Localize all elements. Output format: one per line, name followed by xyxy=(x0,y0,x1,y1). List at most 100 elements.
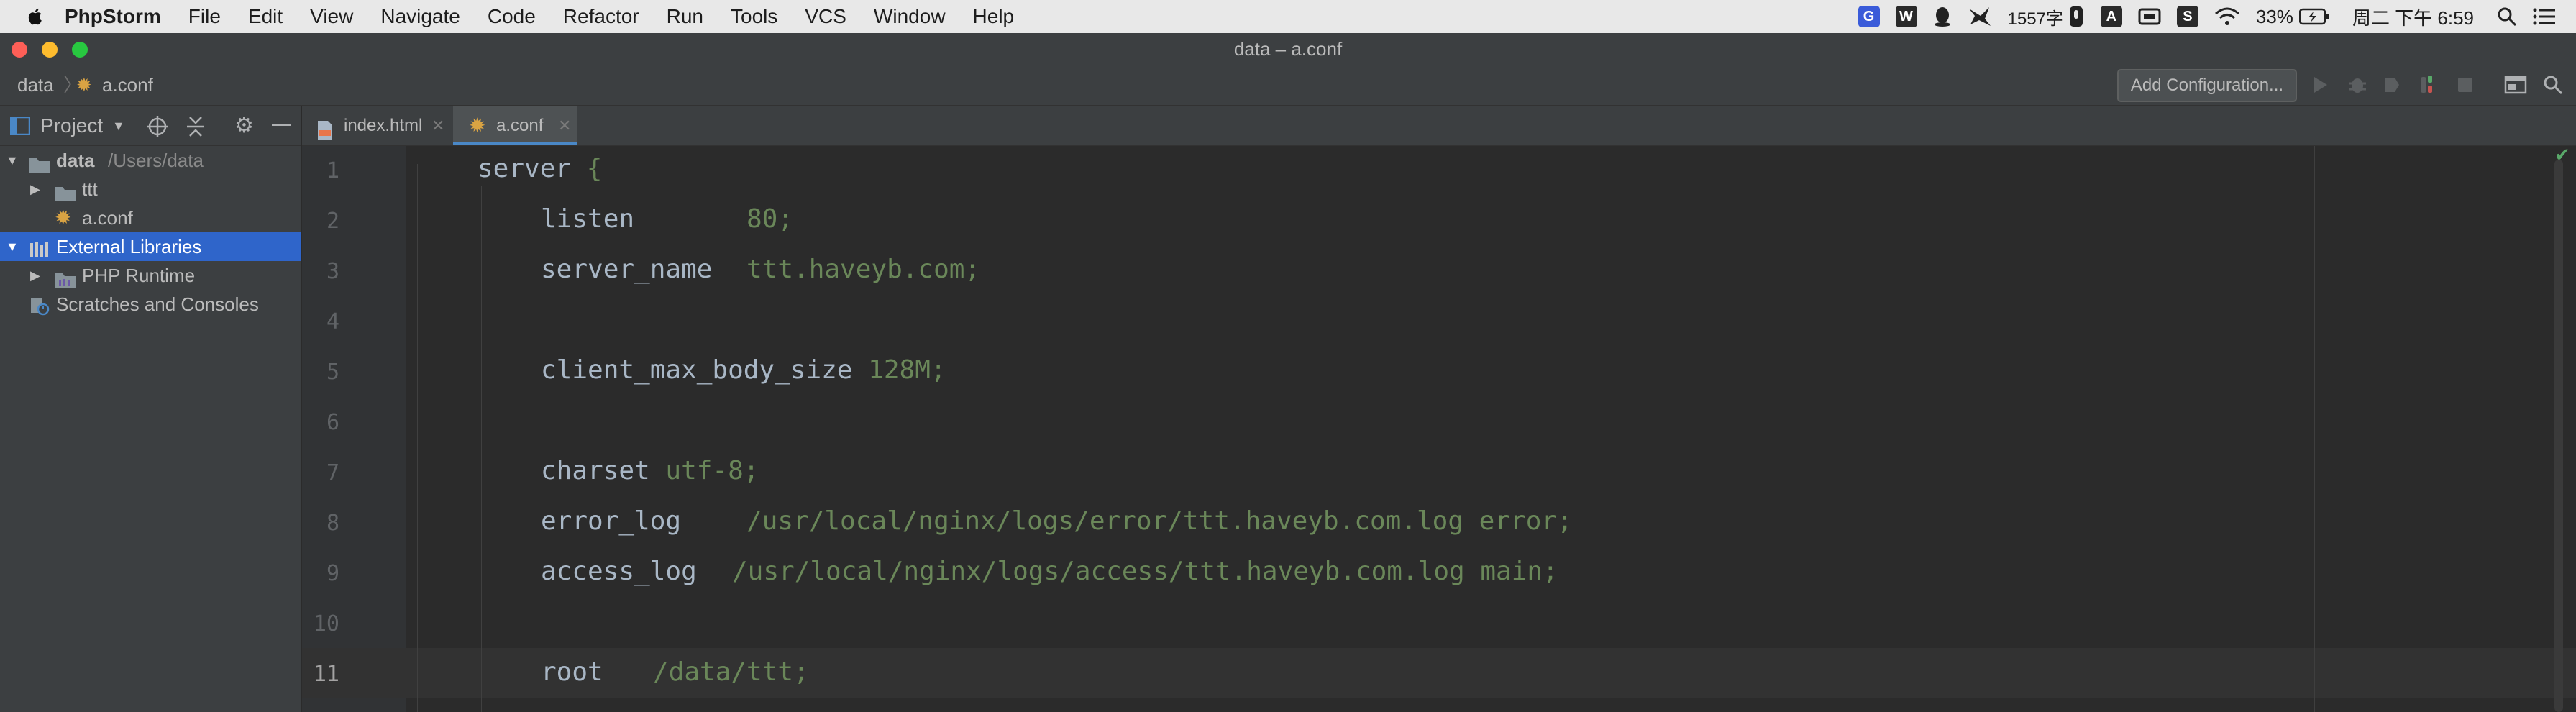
tab-a-conf[interactable]: ✹ a.conf ✕ xyxy=(453,106,577,145)
code-line-3: server_name xyxy=(541,255,712,284)
project-structure-icon[interactable] xyxy=(2504,73,2527,96)
directive: listen xyxy=(541,204,635,234)
directive-value: { xyxy=(586,154,603,183)
tab-label: index.html xyxy=(344,116,423,135)
menu-bar: PhpStorm File Edit View Navigate Code Re… xyxy=(0,0,2576,33)
directive-value: ttt.haveyb.com; xyxy=(746,255,981,284)
menu-navigate[interactable]: Navigate xyxy=(380,5,460,28)
directive: charset xyxy=(541,456,650,485)
directive-value: /usr/local/nginx/logs/error/ttt.haveyb.c… xyxy=(746,506,1573,536)
line-number: 7 xyxy=(326,460,339,485)
tree-item-a-conf[interactable]: ✹ a.conf xyxy=(0,204,301,232)
line-number: 5 xyxy=(326,360,339,385)
vertical-scrollbar[interactable] xyxy=(2554,160,2563,712)
spotlight-search-icon[interactable] xyxy=(2497,0,2517,33)
window-title: data – a.conf xyxy=(1233,38,1343,60)
directive: server xyxy=(478,154,572,183)
menu-vcs[interactable]: VCS xyxy=(805,5,846,28)
line-number: 6 xyxy=(326,410,339,435)
menu-edit[interactable]: Edit xyxy=(248,5,283,28)
tree-item-path: /Users/data xyxy=(108,150,204,171)
analysis-ok-check-icon[interactable]: ✔ xyxy=(2554,144,2570,166)
word-count-text[interactable]: 1557字 xyxy=(2008,0,2063,33)
status-area: G W 1557字 A S 33% 周二 下午 6:59 xyxy=(1858,0,2576,33)
close-icon[interactable]: ✕ xyxy=(558,106,571,145)
project-view-icon xyxy=(9,116,31,140)
line-number: 3 xyxy=(326,259,339,284)
menu-view[interactable]: View xyxy=(310,5,353,28)
notification-center-icon[interactable] xyxy=(2533,0,2556,33)
menu-refactor[interactable]: Refactor xyxy=(563,5,639,28)
microphone-icon[interactable] xyxy=(2068,0,2085,33)
tab-index-html[interactable]: index.html ✕ xyxy=(302,106,447,145)
bird-icon[interactable] xyxy=(1968,0,1992,33)
directive: access_log xyxy=(541,557,697,586)
attach-debugger-icon[interactable] xyxy=(2415,73,2438,96)
line-number: 2 xyxy=(326,209,339,234)
directive-value: 128M; xyxy=(868,355,946,385)
locate-file-icon[interactable] xyxy=(147,116,168,142)
add-configuration-button[interactable]: Add Configuration... xyxy=(2117,69,2297,102)
config-file-icon: ✹ xyxy=(55,206,72,229)
menu-app-name[interactable]: PhpStorm xyxy=(65,5,161,28)
menu-file[interactable]: File xyxy=(188,5,221,28)
navigation-bar: data 〉 ✹ a.conf Add Configuration... xyxy=(0,65,2576,106)
line-number: 10 xyxy=(313,611,339,636)
gear-icon[interactable]: ⚙ xyxy=(234,115,254,137)
code-editor[interactable] xyxy=(406,146,2576,712)
chevron-down-icon[interactable]: ▼ xyxy=(112,106,125,145)
collapsed-arrow-icon[interactable]: ▶ xyxy=(30,261,40,290)
menu-code[interactable]: Code xyxy=(488,5,536,28)
menu-help[interactable]: Help xyxy=(973,5,1015,28)
sogou-icon[interactable]: S xyxy=(2176,0,2198,33)
search-everywhere-icon[interactable] xyxy=(2541,73,2564,96)
tree-item-data[interactable]: ▼ data /Users/data xyxy=(0,146,301,175)
tree-item-scratches[interactable]: Scratches and Consoles xyxy=(0,290,301,319)
line-number-current: 11 xyxy=(313,662,339,687)
project-view-selector[interactable]: Project xyxy=(40,106,103,145)
current-line-highlight xyxy=(302,648,2576,698)
directive: client_max_body_size xyxy=(541,355,853,385)
coverage-icon[interactable] xyxy=(2380,73,2403,96)
tree-item-ttt[interactable]: ▶ ttt xyxy=(0,175,301,204)
directive-value: utf-8; xyxy=(665,456,759,485)
apple-icon[interactable] xyxy=(27,7,43,26)
indent-guide xyxy=(417,164,418,712)
code-line-5: client_max_body_size 128M; xyxy=(541,355,946,385)
debug-icon[interactable] xyxy=(2346,73,2369,96)
battery-percent[interactable]: 33% xyxy=(2256,0,2293,33)
run-icon[interactable] xyxy=(2308,73,2331,96)
config-file-icon: ✹ xyxy=(76,74,92,96)
tree-item-php-runtime[interactable]: ▶ PHP Runtime xyxy=(0,261,301,290)
line-number: 1 xyxy=(326,158,339,183)
tree-item-label: PHP Runtime xyxy=(82,265,196,286)
menu-tools[interactable]: Tools xyxy=(731,5,777,28)
wifi-icon[interactable] xyxy=(2214,0,2240,33)
close-icon[interactable]: ✕ xyxy=(431,106,444,145)
breadcrumb-root[interactable]: data xyxy=(17,65,54,105)
directive-value: /usr/local/nginx/logs/access/ttt.haveyb.… xyxy=(732,557,1558,586)
wps-icon[interactable]: W xyxy=(1895,0,1917,33)
hide-panel-icon[interactable] xyxy=(272,124,291,126)
expanded-arrow-icon[interactable]: ▼ xyxy=(6,232,19,261)
battery-icon[interactable] xyxy=(2298,0,2329,33)
qq-icon[interactable] xyxy=(1933,0,1952,33)
tree-item-external-libraries[interactable]: ▼ External Libraries xyxy=(0,232,301,261)
display-icon[interactable] xyxy=(2138,0,2161,33)
collapsed-arrow-icon[interactable]: ▶ xyxy=(30,175,40,204)
expanded-arrow-icon[interactable]: ▼ xyxy=(6,146,19,175)
input-method-icon[interactable]: A xyxy=(2100,0,2122,33)
clock[interactable]: 周二 下午 6:59 xyxy=(2352,0,2474,33)
stop-icon[interactable] xyxy=(2454,73,2477,96)
directive: root xyxy=(541,657,603,687)
editor-tabs: index.html ✕ ✹ a.conf ✕ xyxy=(302,106,2576,146)
menu-run[interactable]: Run xyxy=(667,5,703,28)
collapse-all-icon[interactable] xyxy=(186,116,206,142)
config-file-icon: ✹ xyxy=(469,114,486,137)
line-number: 9 xyxy=(326,561,339,586)
menu-window[interactable]: Window xyxy=(874,5,946,28)
window-title-bar: data – a.conf xyxy=(0,33,2576,65)
translate-app-icon[interactable]: G xyxy=(1858,0,1880,33)
line-number: 4 xyxy=(326,309,339,334)
breadcrumb-file[interactable]: a.conf xyxy=(102,65,153,105)
